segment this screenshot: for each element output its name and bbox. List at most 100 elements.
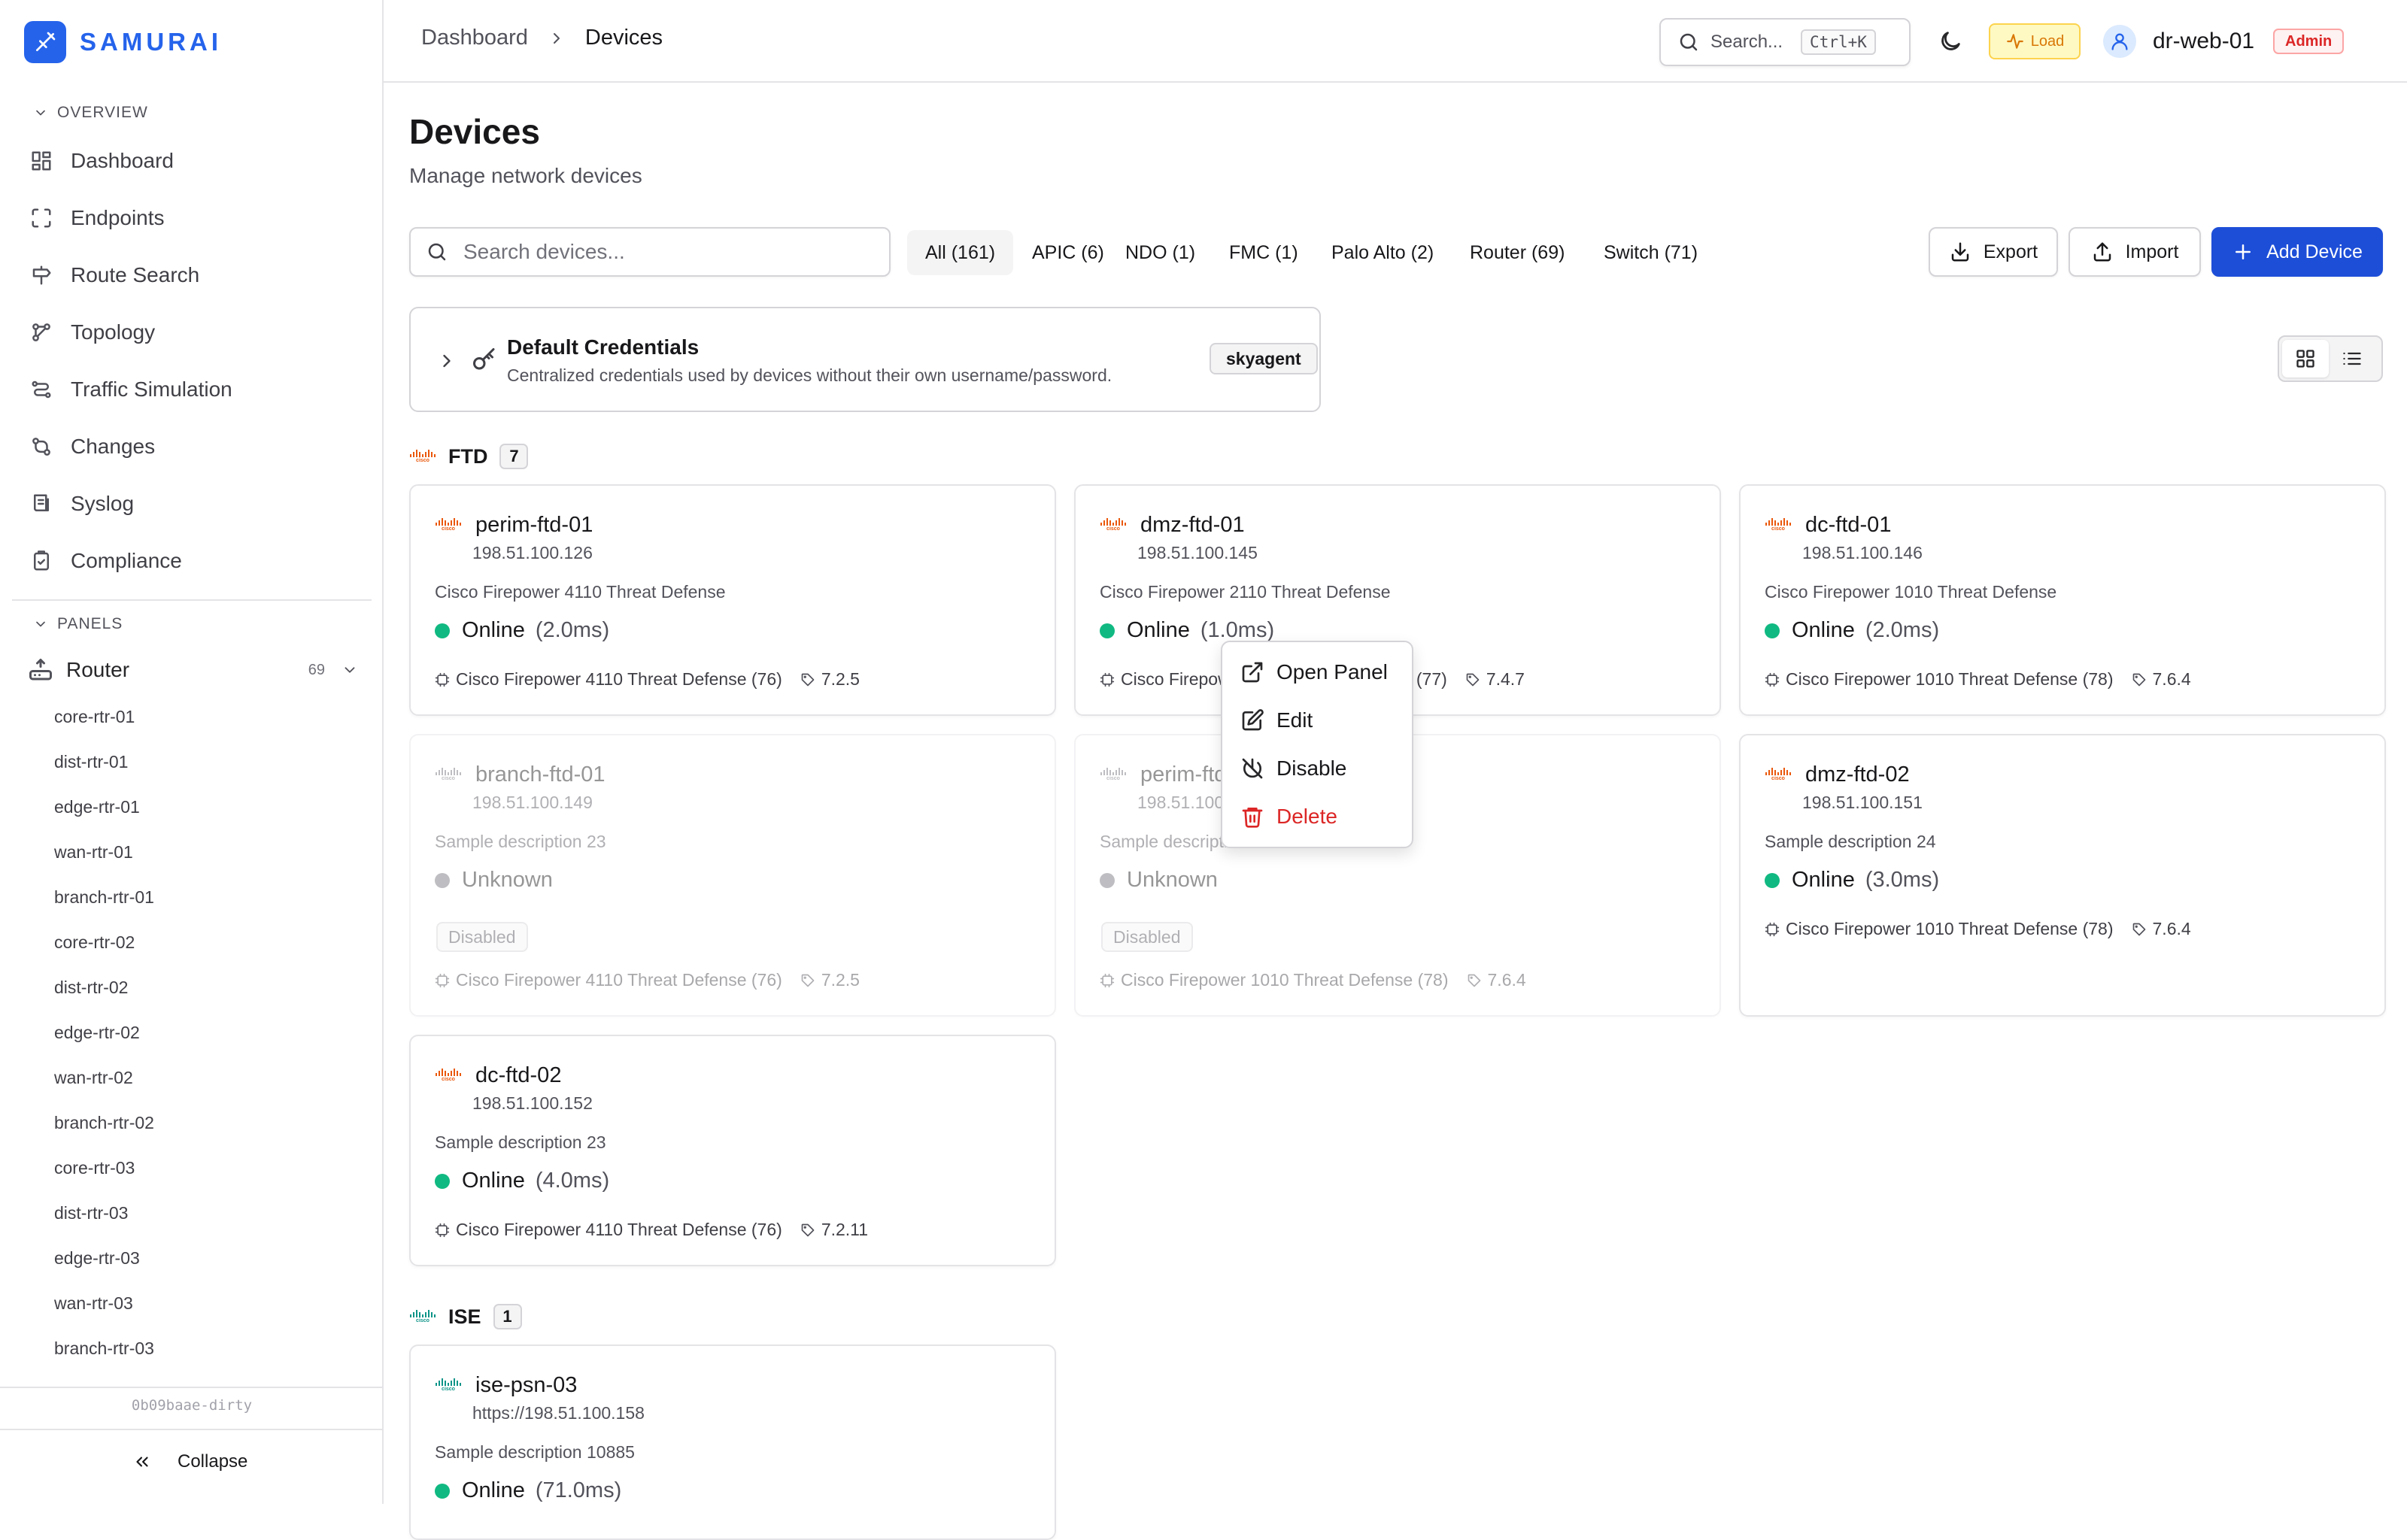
router-item-edge-rtr-01[interactable]: edge-rtr-01 <box>54 797 140 817</box>
sidebar-item-topology[interactable]: Topology <box>30 314 155 351</box>
menu-item-disable[interactable]: Disable <box>1228 744 1406 793</box>
filter-tab-ndo[interactable]: NDO (1) <box>1107 230 1213 275</box>
filter-tab-switch[interactable]: Switch (71) <box>1586 230 1716 275</box>
router-item-edge-rtr-02[interactable]: edge-rtr-02 <box>54 1023 140 1043</box>
sidebar-divider <box>12 599 372 601</box>
credentials-description: Centralized credentials used by devices … <box>507 365 1112 385</box>
router-item-wan-rtr-03[interactable]: wan-rtr-03 <box>54 1293 133 1314</box>
collapse-label: Collapse <box>178 1451 248 1472</box>
device-card[interactable]: cisco branch-ftd-01 198.51.100.149 Sample… <box>409 734 1056 1017</box>
page-title: Devices <box>409 112 540 151</box>
device-status: Online (3.0ms) <box>1765 868 1939 893</box>
search-shortcut-badge: Ctrl+K <box>1801 29 1876 55</box>
list-view-button[interactable] <box>2329 340 2375 377</box>
router-item-dist-rtr-01[interactable]: dist-rtr-01 <box>54 752 128 772</box>
device-search-input[interactable]: Search devices... <box>409 227 891 277</box>
router-item-core-rtr-02[interactable]: core-rtr-02 <box>54 932 135 953</box>
device-name: perim-ftd-01 <box>475 513 593 537</box>
theme-toggle-button[interactable] <box>1938 29 1963 54</box>
import-button[interactable]: Import <box>2069 227 2201 277</box>
add-device-label: Add Device <box>2266 241 2363 262</box>
device-ip: 198.51.100.146 <box>1802 543 1923 562</box>
router-item-branch-rtr-02[interactable]: branch-rtr-02 <box>54 1113 154 1133</box>
group-name: ISE <box>448 1305 481 1328</box>
router-item-wan-rtr-01[interactable]: wan-rtr-01 <box>54 842 133 862</box>
sidebar-item-traffic-simulation[interactable]: Traffic Simulation <box>30 371 232 408</box>
cisco-logo-icon: cisco <box>1100 518 1127 532</box>
sidebar: SAMURAI OVERVIEW Dashboard Endpoints Rou… <box>0 0 384 1504</box>
device-ip: 198.51.100.152 <box>472 1093 593 1113</box>
sidebar-item-label: Compliance <box>71 549 182 572</box>
add-device-button[interactable]: Add Device <box>2211 227 2383 277</box>
device-status: Online (2.0ms) <box>435 618 609 643</box>
sidebar-item-label: Endpoints <box>71 206 165 229</box>
overview-section-label: OVERVIEW <box>57 104 148 121</box>
export-button[interactable]: Export <box>1929 227 2058 277</box>
device-description: Cisco Firepower 2110 Threat Defense <box>1100 582 1391 602</box>
device-name: dmz-ftd-02 <box>1805 762 1910 787</box>
external-link-icon <box>1242 662 1263 683</box>
overview-section-toggle[interactable]: OVERVIEW <box>33 104 148 122</box>
menu-item-edit[interactable]: Edit <box>1228 696 1406 744</box>
status-dot <box>1100 623 1115 638</box>
filter-tab-router[interactable]: Router (69) <box>1452 230 1583 275</box>
filter-tab-fmc[interactable]: FMC (1) <box>1211 230 1316 275</box>
credentials-title: Default Credentials <box>507 335 700 359</box>
sidebar-item-endpoints[interactable]: Endpoints <box>30 199 165 237</box>
device-search-placeholder: Search devices... <box>463 240 625 263</box>
sidebar-item-compliance[interactable]: Compliance <box>30 542 182 580</box>
router-item-core-rtr-01[interactable]: core-rtr-01 <box>54 707 135 727</box>
filter-tab-palo-alto[interactable]: Palo Alto (2) <box>1313 230 1452 275</box>
router-item-core-rtr-03[interactable]: core-rtr-03 <box>54 1158 135 1178</box>
collapse-sidebar-button[interactable]: Collapse <box>132 1451 247 1472</box>
default-credentials-panel[interactable]: Default Credentials Centralized credenti… <box>409 307 1321 412</box>
router-item-wan-rtr-02[interactable]: wan-rtr-02 <box>54 1068 133 1088</box>
filter-tab-apic[interactable]: APIC (6) <box>1014 230 1122 275</box>
device-card[interactable]: cisco dc-ftd-01 198.51.100.146 Cisco Fire… <box>1739 484 2386 716</box>
router-item-dist-rtr-02[interactable]: dist-rtr-02 <box>54 978 128 998</box>
router-item-branch-rtr-01[interactable]: branch-rtr-01 <box>54 887 154 908</box>
global-search-button[interactable]: Search... Ctrl+K <box>1659 18 1911 66</box>
grid-icon <box>2296 350 2314 368</box>
panels-section-toggle[interactable]: PANELS <box>33 615 123 633</box>
avatar[interactable] <box>2103 25 2136 58</box>
sidebar-item-route-search[interactable]: Route Search <box>30 256 199 294</box>
edit-icon <box>1242 709 1264 731</box>
tag-icon <box>1466 673 1480 686</box>
sidebar-item-changes[interactable]: Changes <box>30 428 155 465</box>
device-meta: Cisco Firepower 1010 Threat Defense (78)… <box>1765 669 2191 690</box>
device-card[interactable]: cisco perim-ftd-01 198.51.100.126 Cisco F… <box>409 484 1056 716</box>
router-item-dist-rtr-03[interactable]: dist-rtr-03 <box>54 1203 128 1223</box>
breadcrumb: Dashboard Devices <box>421 26 663 50</box>
router-panel-count: 69 <box>308 661 325 678</box>
cisco-logo-icon: cisco <box>435 768 462 782</box>
router-item-edge-rtr-03[interactable]: edge-rtr-03 <box>54 1248 140 1269</box>
app-logo[interactable]: SAMURAI <box>24 20 222 65</box>
router-item-branch-rtr-03[interactable]: branch-rtr-03 <box>54 1338 154 1359</box>
breadcrumb-dashboard[interactable]: Dashboard <box>421 26 528 50</box>
filter-tab-all[interactable]: All (161) <box>907 230 1014 275</box>
username[interactable]: dr-web-01 <box>2153 29 2254 54</box>
sidebar-item-syslog[interactable]: Syslog <box>30 485 134 523</box>
sidebar-item-dashboard[interactable]: Dashboard <box>30 142 174 180</box>
chip-icon <box>435 672 450 687</box>
device-card[interactable]: cisco ise-psn-03 https://198.51.100.158 S… <box>409 1344 1056 1540</box>
compliance-icon <box>34 550 49 571</box>
load-button[interactable]: Load <box>1989 23 2081 59</box>
status-dot <box>1765 872 1780 888</box>
menu-item-delete[interactable]: Delete <box>1228 793 1406 841</box>
status-dot <box>435 1173 450 1189</box>
grid-view-button[interactable] <box>2282 340 2329 377</box>
device-card[interactable]: cisco dc-ftd-02 198.51.100.152 Sample des… <box>409 1035 1056 1266</box>
chip-icon <box>1100 672 1115 687</box>
samurai-logo-icon <box>24 21 66 63</box>
route-search-icon <box>32 265 51 285</box>
router-panel-toggle[interactable]: Router 69 <box>27 651 358 689</box>
moon-icon <box>1941 32 1960 50</box>
menu-item-open-panel[interactable]: Open Panel <box>1228 648 1406 696</box>
device-description: Cisco Firepower 4110 Threat Defense <box>435 582 726 602</box>
device-description: Sample description 23 <box>435 1132 606 1152</box>
sidebar-divider <box>0 1387 384 1388</box>
device-description: Sample description 24 <box>1765 832 1936 851</box>
device-card[interactable]: cisco dmz-ftd-02 198.51.100.151 Sample de… <box>1739 734 2386 1017</box>
